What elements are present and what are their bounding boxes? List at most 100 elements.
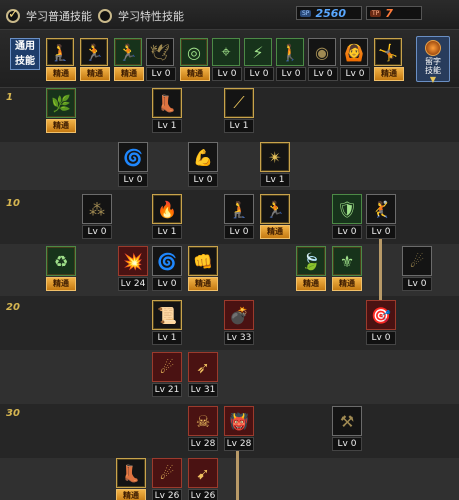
kick-icon[interactable]: 🤸 (374, 38, 402, 66)
power-icon[interactable]: 🙆 (340, 38, 368, 66)
skill-slot[interactable]: 🌿 精通 (46, 88, 76, 133)
skill-slot[interactable]: ☄ Lv 21 (152, 352, 182, 397)
skill-slot[interactable]: ☠ Lv 28 (188, 406, 218, 451)
sprint-icon[interactable]: 🏃 (80, 38, 108, 66)
armor-icon[interactable]: 🛡 (332, 194, 362, 224)
skill-glyph: 🙆 (344, 42, 364, 62)
flex-icon[interactable]: 💪 (188, 142, 218, 172)
skill-glyph: 💣 (229, 305, 249, 325)
meteor-icon[interactable]: ☄ (152, 458, 182, 488)
skill-glyph: ♻ (53, 251, 69, 271)
skill-slot[interactable]: ☄ Lv 0 (402, 246, 432, 291)
emblem-icon[interactable]: ⚜ (332, 246, 362, 276)
skill-glyph: 🤸 (378, 42, 398, 62)
nature-icon[interactable]: 🍃 (296, 246, 326, 276)
rain-arrows-icon[interactable]: ☄ (152, 352, 182, 382)
skill-slot[interactable]: 🏃 精通 (260, 194, 290, 239)
runner-icon[interactable]: 🏃 (114, 38, 142, 66)
spin-kick-icon[interactable]: 🌀 (118, 142, 148, 172)
dash-icon[interactable]: 🏃 (260, 194, 290, 224)
reserved-skills-button[interactable]: 留字 技能 ▼ (416, 36, 450, 84)
skill-slot[interactable]: 🍃 精通 (296, 246, 326, 291)
skill-slot[interactable]: 👢 精通 (116, 458, 146, 500)
figure-icon[interactable]: 🚶 (276, 38, 304, 66)
wings-icon[interactable]: 🕊 (146, 38, 174, 66)
skill-slot[interactable]: 📜 Lv 1 (152, 300, 182, 345)
crosshair-icon[interactable]: ⌖ (212, 38, 240, 66)
skill-slot[interactable]: 🛡 Lv 0 (332, 194, 362, 239)
fist-icon[interactable]: 👊 (188, 246, 218, 276)
scatter-icon[interactable]: ⁂ (82, 194, 112, 224)
skill-glyph: 🧎 (229, 199, 249, 219)
slash-icon[interactable]: ⟋ (224, 88, 254, 118)
fireball-icon[interactable]: ☄ (402, 246, 432, 276)
swirl-icon[interactable]: 🌀 (152, 246, 182, 276)
recycle-icon[interactable]: ♻ (46, 246, 76, 276)
common-skill-slot[interactable]: 🏃 精通 (80, 38, 110, 81)
boot-icon[interactable]: 👢 (152, 88, 182, 118)
common-skill-slot[interactable]: 🧎 精通 (46, 38, 76, 81)
cannon-icon[interactable]: ⚒ (332, 406, 362, 436)
common-skill-slot[interactable]: ⚡ Lv 0 (244, 38, 274, 81)
skill-slot[interactable]: ⟋ Lv 1 (224, 88, 254, 133)
level-marker-30: 30 (6, 408, 20, 419)
boots-gold-icon[interactable]: 👢 (116, 458, 146, 488)
skill-slot[interactable]: 🎯 Lv 0 (366, 300, 396, 345)
arrows-icon[interactable]: ➶ (188, 352, 218, 382)
scroll-icon[interactable]: 📜 (152, 300, 182, 330)
skull-icon[interactable]: ☠ (188, 406, 218, 436)
skill-slot[interactable]: 💥 Lv 24 (118, 246, 148, 291)
mastered-badge: 精通 (116, 489, 146, 500)
target-icon[interactable]: ◎ (180, 38, 208, 66)
skill-level-label: Lv 0 (146, 67, 176, 81)
skill-tree-grid: 1 10 20 30 🌿 精通 👢 Lv 1 ⟋ Lv 1 🌀 Lv 0 💪 Lv 0 ✴ Lv 1 ⁂… (0, 88, 459, 500)
skill-slot[interactable]: 🌀 Lv 0 (152, 246, 182, 291)
common-skill-slot[interactable]: ⌖ Lv 0 (212, 38, 242, 81)
skill-glyph: 👹 (229, 411, 249, 431)
skill-slot[interactable]: ☄ Lv 26 (152, 458, 182, 500)
vine-icon[interactable]: 🌿 (46, 88, 76, 118)
skill-slot[interactable]: 🧎 Lv 0 (224, 194, 254, 239)
skill-slot[interactable]: ⁂ Lv 0 (82, 194, 112, 239)
skill-slot[interactable]: 🔥 Lv 1 (152, 194, 182, 239)
fire-burst-icon[interactable]: 💥 (118, 246, 148, 276)
skill-slot[interactable]: ➶ Lv 31 (188, 352, 218, 397)
leap-icon[interactable]: 🤾 (366, 194, 396, 224)
skill-slot[interactable]: ⚒ Lv 0 (332, 406, 362, 451)
skill-slot[interactable]: 👹 Lv 28 (224, 406, 254, 451)
skill-slot[interactable]: 💣 Lv 33 (224, 300, 254, 345)
common-skill-slot[interactable]: ◎ 精通 (180, 38, 210, 81)
charge-icon[interactable]: ⚡ (244, 38, 272, 66)
skill-slot[interactable]: 👢 Lv 1 (152, 88, 182, 133)
check-icon (6, 7, 20, 23)
crouch-icon[interactable]: 🧎 (46, 38, 74, 66)
common-skill-slot[interactable]: 🤸 精通 (374, 38, 404, 81)
flame-strike-icon[interactable]: 🔥 (152, 194, 182, 224)
skill-slot[interactable]: 👊 精通 (188, 246, 218, 291)
common-skill-slot[interactable]: 🚶 Lv 0 (276, 38, 306, 81)
explosion-icon[interactable]: ✴ (260, 142, 290, 172)
skill-slot[interactable]: ⚜ 精通 (332, 246, 362, 291)
skill-slot[interactable]: ♻ 精通 (46, 246, 76, 291)
skill-glyph: ⌖ (221, 42, 231, 61)
squat-icon[interactable]: 🧎 (224, 194, 254, 224)
demon-icon[interactable]: 👹 (224, 406, 254, 436)
skill-slot[interactable]: ➹ Lv 26 (188, 458, 218, 500)
aim-icon[interactable]: 🎯 (366, 300, 396, 330)
skill-glyph: ⚜ (339, 251, 355, 271)
mastered-badge: 精通 (188, 277, 218, 291)
learn-normal-skills-radio[interactable]: 学习普通技能 (6, 7, 92, 24)
skill-slot[interactable]: 🤾 Lv 0 (366, 194, 396, 239)
common-skill-slot[interactable]: 🙆 Lv 0 (340, 38, 370, 81)
skill-glyph: 🚶 (280, 42, 300, 62)
skill-slot[interactable]: 🌀 Lv 0 (118, 142, 148, 187)
common-skill-slot[interactable]: 🕊 Lv 0 (146, 38, 176, 81)
common-skill-slot[interactable]: 🏃 精通 (114, 38, 144, 81)
common-skill-slot[interactable]: ◉ Lv 0 (308, 38, 338, 81)
skill-slot[interactable]: ✴ Lv 1 (260, 142, 290, 187)
learn-trait-skills-radio[interactable]: 学习特性技能 (98, 8, 184, 24)
bomb-icon[interactable]: 💣 (224, 300, 254, 330)
skill-slot[interactable]: 💪 Lv 0 (188, 142, 218, 187)
barrage-icon[interactable]: ➹ (188, 458, 218, 488)
coin-icon[interactable]: ◉ (308, 38, 336, 66)
